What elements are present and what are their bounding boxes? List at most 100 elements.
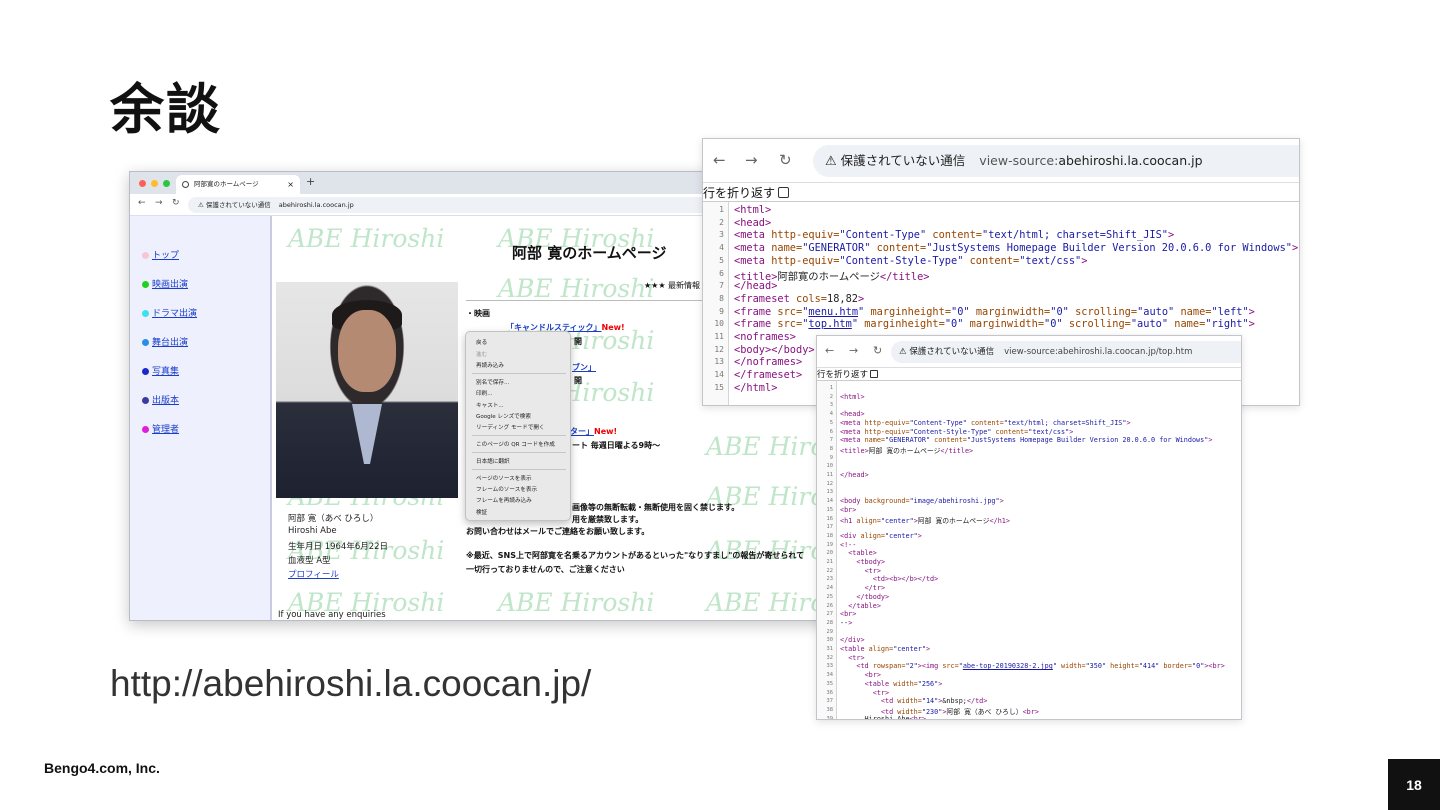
source-line: </html> [734, 381, 778, 394]
url-field[interactable]: ⚠ 保護されていない通信 view-source:abehiroshi.la.co… [891, 341, 1241, 363]
security-label: 保護されていない通信 [909, 347, 995, 357]
reload-icon[interactable]: ↻ [779, 151, 792, 169]
sidebar-item-dramas[interactable]: ドラマ出演 [142, 306, 197, 319]
profile-name-jp: 阿部 寛（あべ ひろし） [288, 514, 379, 524]
new-tab-button[interactable]: + [306, 175, 315, 188]
line-number: 6 [829, 428, 833, 435]
menu-item-save-as[interactable]: 別名で保存... [476, 378, 509, 386]
line-number: 7 [719, 281, 724, 291]
watermark: ABE Hiroshi [706, 588, 828, 617]
close-window-dot[interactable] [139, 180, 146, 187]
profile-link[interactable]: プロフィール [288, 568, 339, 580]
sidebar-item-top[interactable]: トップ [142, 248, 179, 261]
line-number: 8 [829, 445, 833, 452]
menu-item-print[interactable]: 印刷... [476, 389, 493, 397]
menu-item-translate[interactable]: 日本語に翻訳 [476, 457, 510, 465]
source-line: <meta name="GENERATOR" content="JustSyst… [840, 436, 1213, 445]
source-line: <html> [840, 392, 865, 401]
latest-info-label: ★★★ 最新情報 [644, 281, 701, 290]
source-line: <!-- [840, 540, 857, 549]
profile-birthday: 生年月日 1964年6月22日 [288, 542, 389, 552]
source-line: <table width="256"> [864, 679, 943, 688]
line-number: 37 [826, 698, 834, 705]
menu-item-reload[interactable]: 再読み込み [476, 361, 504, 369]
line-number: 24 [826, 585, 834, 592]
line-number: 15 [714, 382, 724, 392]
menu-item-frame-source[interactable]: フレームのソースを表示 [476, 485, 537, 493]
source-line: </frameset> [734, 369, 803, 382]
profile-photo [276, 282, 458, 498]
source-code-view: 1 2 3 4 5 6 7 8 9 10 11 12 13 14 15 16 17 18 19 20 21 22 23 24 2… [817, 380, 1241, 719]
tab-title: 阿部寛のホームページ [194, 180, 259, 188]
line-number: 12 [714, 344, 724, 354]
menu-item-back[interactable]: 戻る [476, 338, 487, 346]
zoom-window-dot[interactable] [163, 180, 170, 187]
menu-item-reading-mode[interactable]: リーディング モードで開く [476, 423, 545, 431]
warning-icon: ⚠ [198, 201, 204, 209]
wrap-lines-checkbox[interactable] [778, 187, 790, 198]
source-line: <td width="14">&nbsp;</td> [880, 697, 988, 706]
menu-separator [472, 469, 566, 470]
back-arrow-icon[interactable]: ← [713, 151, 726, 169]
section-movie: ・映画 [466, 309, 490, 318]
sidebar-item-admin[interactable]: 管理者 [142, 422, 179, 435]
menu-item-inspect[interactable]: 検証 [476, 508, 487, 516]
source-line: </tbody> [856, 592, 890, 601]
globe-icon [182, 181, 189, 188]
tab-close-icon[interactable]: × [287, 175, 294, 194]
watermark: ABE Hiroshi [706, 432, 828, 461]
sidebar-item-label: ドラマ出演 [152, 309, 198, 319]
reload-icon[interactable]: ↻ [172, 198, 180, 208]
menu-item-view-source[interactable]: ページのソースを表示 [476, 474, 532, 482]
line-number: 7 [829, 437, 833, 444]
sidebar-item-movies[interactable]: 映画出演 [142, 277, 188, 290]
page-number: 18 [1388, 759, 1440, 810]
menu-item-qr-code[interactable]: このページの QR コードを作成 [476, 440, 555, 448]
url-field[interactable]: ⚠ 保護されていない通信 view-source:abehiroshi.la.coo… [813, 145, 1299, 177]
source-line: </head> [840, 471, 869, 479]
menu-item-reload-frame[interactable]: フレームを再読み込み [476, 496, 532, 504]
line-number: 14 [826, 498, 834, 505]
source-line: <title>阿部 寛のホームページ</title> [840, 446, 974, 455]
footer-company: Bengo4.com, Inc. [44, 760, 160, 776]
bullet-icon [142, 310, 149, 317]
sidebar-item-photobooks[interactable]: 写真集 [142, 364, 179, 377]
line-number: 26 [826, 602, 834, 609]
source-line: <body></body> [734, 343, 815, 356]
menu-item-google-lens[interactable]: Google レンズで検索 [476, 412, 531, 420]
minimize-window-dot[interactable] [151, 180, 158, 187]
bullet-icon [142, 397, 149, 404]
source-line: <head> [734, 216, 772, 229]
forward-arrow-icon[interactable]: → [849, 344, 858, 357]
browser-tab[interactable]: 阿部寛のホームページ × [176, 175, 300, 194]
watermark: ABE Hiroshi [498, 588, 655, 617]
forward-arrow-icon[interactable]: → [745, 151, 758, 169]
wrap-lines-label: 行を折り返す [817, 370, 869, 380]
warning-icon: ⚠ [825, 154, 837, 169]
reload-icon[interactable]: ↻ [873, 344, 882, 357]
source-line: <tr> [848, 653, 865, 662]
forward-arrow-icon[interactable]: → [155, 198, 163, 208]
menu-separator [472, 435, 566, 436]
wrap-lines-checkbox[interactable] [870, 370, 879, 378]
line-number: 3 [719, 230, 724, 240]
line-number: 11 [714, 332, 724, 341]
address-bar: ← → ↻ ⚠ 保護されていない通信 view-source:abehiroshi.… [703, 139, 1299, 183]
line-number: 3 [829, 402, 833, 409]
menu-item-cast[interactable]: キャスト... [476, 401, 504, 409]
source-line: <br> [840, 610, 857, 619]
line-number-gutter: 1 2 3 4 5 6 7 8 9 10 11 12 13 14 15 16 17 18 19 20 21 22 23 24 2… [817, 381, 837, 719]
line-number: 33 [826, 663, 834, 670]
back-arrow-icon[interactable]: ← [825, 344, 834, 357]
back-arrow-icon[interactable]: ← [138, 198, 146, 208]
sidebar-item-stage[interactable]: 舞台出演 [142, 335, 188, 348]
sidebar-item-books[interactable]: 出版本 [142, 393, 179, 406]
menu-item-forward[interactable]: 進む [476, 350, 487, 358]
line-number: 14 [714, 370, 724, 380]
bullet-icon [142, 426, 149, 433]
wrap-lines-toggle[interactable]: 行を折り返す [703, 184, 790, 201]
source-line: <tr> [864, 566, 881, 575]
sidebar: トップ 映画出演 ドラマ出演 舞台出演 写真集 出版本 管理者 [130, 216, 272, 620]
wrap-lines-toggle[interactable]: 行を折り返す [817, 368, 879, 380]
bullet-icon [142, 281, 149, 288]
